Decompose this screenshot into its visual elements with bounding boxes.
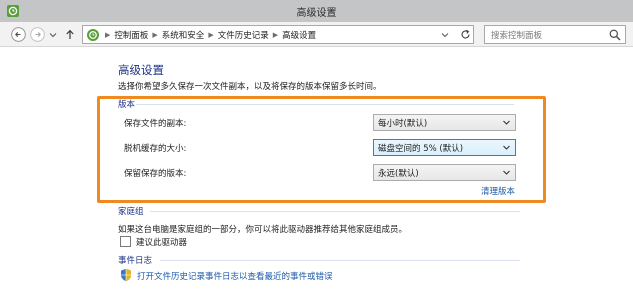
shield-icon — [121, 268, 131, 282]
up-button[interactable] — [63, 26, 77, 43]
back-button[interactable] — [10, 26, 27, 43]
homegroup-description: 如果这台电脑是家庭组的一部分，你可以将此驱动器推荐给其他家庭组成员。 — [118, 225, 408, 235]
search-placeholder: 搜索控制面板 — [491, 31, 543, 41]
refresh-icon — [460, 29, 470, 39]
recommend-drive-label[interactable]: 建议此驱动器 — [136, 236, 187, 248]
group-divider — [150, 211, 520, 212]
breadcrumb-control-panel[interactable]: 控制面板 — [114, 29, 148, 41]
recommend-drive-checkbox[interactable] — [120, 236, 131, 247]
address-bar[interactable]: ▶ 控制面板 ▶ 系统和安全 ▶ 文件历史记录 ▶ 高级设置 — [82, 25, 474, 44]
control-panel-icon — [87, 29, 99, 41]
homegroup-group-label: 家庭组 — [118, 207, 144, 217]
window-title: 高级设置 — [296, 8, 337, 19]
up-arrow-icon — [66, 29, 74, 39]
chevron-down-icon — [49, 32, 56, 37]
back-arrow-icon — [11, 27, 26, 42]
navigation-bar: ▶ 控制面板 ▶ 系统和安全 ▶ 文件历史记录 ▶ 高级设置 搜索控制面板 — [0, 22, 633, 47]
breadcrumb-system-security[interactable]: 系统和安全 — [162, 29, 205, 41]
breadcrumb-file-history[interactable]: 文件历史记录 — [218, 29, 269, 41]
search-input[interactable]: 搜索控制面板 — [484, 25, 626, 44]
address-history-button[interactable] — [437, 26, 453, 43]
chevron-down-icon — [441, 32, 449, 37]
event-log-link[interactable]: 打开文件历史记录事件日志以查看最近的事件或错误 — [137, 270, 333, 282]
breadcrumb-advanced-settings[interactable]: 高级设置 — [282, 29, 316, 41]
recent-locations-button[interactable] — [47, 26, 58, 43]
page-description: 选择你希望多久保存一次文件副本，以及将保存的版本保留多长时间。 — [118, 82, 382, 92]
page-title: 高级设置 — [118, 63, 164, 77]
breadcrumb: ▶ 控制面板 ▶ 系统和安全 ▶ 文件历史记录 ▶ 高级设置 — [105, 29, 317, 41]
refresh-button[interactable] — [457, 26, 473, 43]
forward-arrow-icon — [30, 27, 45, 42]
forward-button[interactable] — [29, 26, 46, 43]
search-icon[interactable] — [608, 28, 622, 42]
highlight-box — [97, 96, 546, 203]
title-bar: 高级设置 — [0, 0, 633, 22]
group-divider — [160, 260, 520, 261]
event-log-group-label: 事件日志 — [118, 256, 153, 266]
